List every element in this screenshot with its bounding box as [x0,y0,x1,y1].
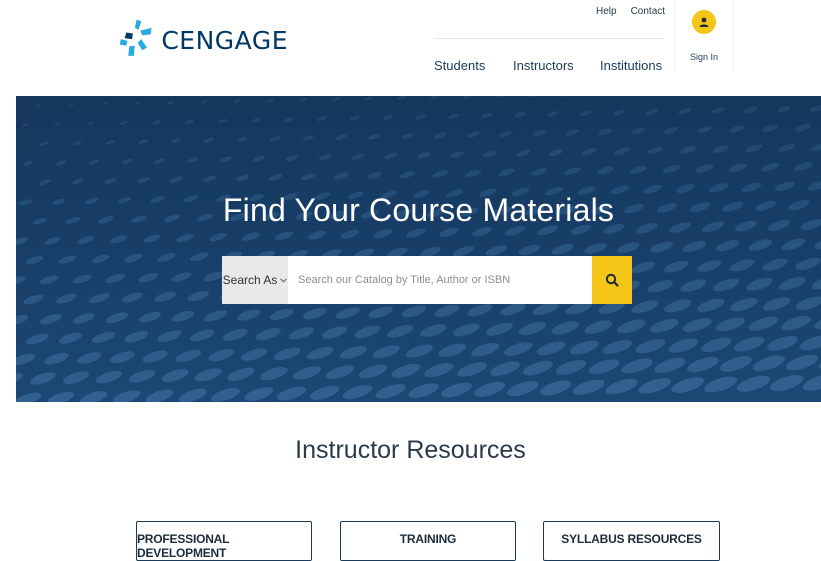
utility-nav: Help Contact [596,6,665,17]
resources-heading: Instructor Resources [0,436,821,465]
help-link[interactable]: Help [596,6,617,17]
nav-instructors[interactable]: Instructors [513,58,593,73]
nav-students[interactable]: Students [434,58,514,73]
cengage-logo[interactable]: CENGAGE [118,10,288,70]
brand-name: CENGAGE [161,26,288,55]
syllabus-resources-button[interactable]: SYLLABUS RESOURCES [543,521,720,561]
search-button[interactable] [592,256,632,304]
professional-development-button[interactable]: PROFESSIONAL DEVELOPMENT [136,521,312,561]
hero-title: Find Your Course Materials [16,192,821,229]
hero-background-pattern [16,96,821,402]
user-icon [692,10,716,34]
cengage-pinwheel-icon [118,15,155,65]
sign-in-label: Sign In [690,52,718,62]
contact-link[interactable]: Contact [631,6,665,17]
search-as-dropdown[interactable]: Search As [222,256,288,304]
sign-in-button[interactable]: Sign In [674,0,734,70]
header-divider [434,38,664,39]
site-header: CENGAGE Help Contact Students Instructor… [0,0,821,96]
chevron-down-icon [280,278,287,283]
catalog-search-bar: Search As [222,256,632,304]
hero-banner: Find Your Course Materials Search As [16,96,821,402]
catalog-search-input[interactable] [288,256,592,304]
search-as-label: Search As [223,273,278,287]
search-icon [605,273,619,287]
training-button[interactable]: TRAINING [340,521,516,561]
